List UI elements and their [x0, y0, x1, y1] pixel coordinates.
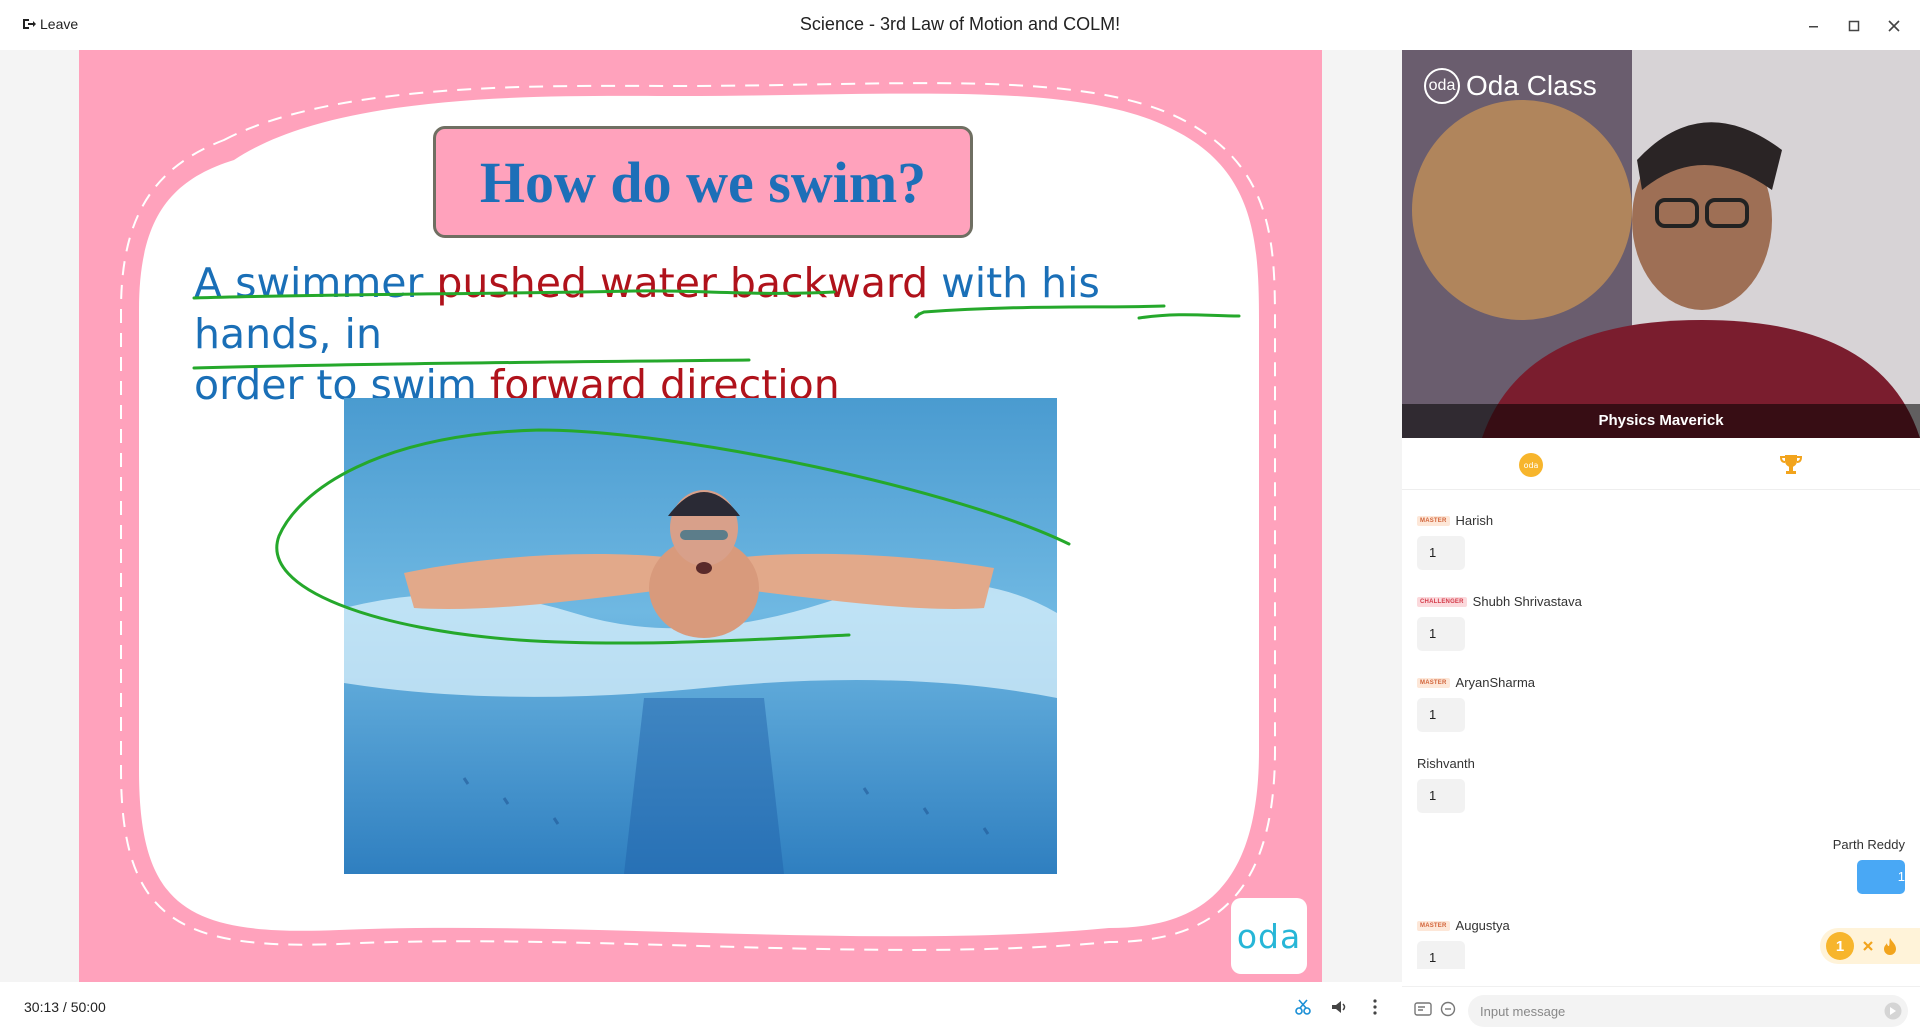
minimize-button[interactable] [1802, 14, 1826, 38]
presentation-stage: How do we swim? A swimmer pushed water b… [0, 50, 1402, 982]
flame-icon [1884, 938, 1896, 955]
minimize-icon [1809, 26, 1818, 28]
more-vertical-icon [1373, 999, 1377, 1015]
right-panel: oda Oda Class Physics Maverick oda MASTE… [1402, 50, 1920, 1032]
chat-message: MASTER AryanSharma 1 [1417, 675, 1535, 732]
teacher-video: oda Oda Class Physics Maverick [1402, 50, 1920, 438]
send-button[interactable] [1884, 1002, 1902, 1025]
title-bar: Leave Science - 3rd Law of Motion and CO… [0, 0, 1920, 50]
svg-text:oda: oda [1524, 461, 1539, 470]
chat-list: MASTER Harish 1 CHALLENGER Shubh Shrivasta… [1402, 491, 1920, 969]
close-icon [1888, 20, 1900, 32]
quiz-button[interactable] [1414, 1001, 1432, 1022]
sender-name: AryanSharma [1455, 675, 1536, 690]
message-input[interactable] [1468, 995, 1908, 1027]
oda-class-logo: oda Oda Class [1424, 68, 1597, 104]
trophy-icon [1779, 455, 1803, 474]
message-bubble: 1 [1417, 779, 1465, 813]
message-input-bar [1402, 986, 1920, 1032]
message-bubble: 1 [1857, 860, 1905, 894]
body-segment: pushed water backward [436, 259, 942, 307]
control-bar: 30:13 / 50:00 [0, 982, 1402, 1032]
sender-name: Harish [1455, 513, 1494, 528]
brand-name: Oda Class [1466, 70, 1597, 101]
maximize-icon [1848, 20, 1860, 32]
send-icon [1884, 1002, 1902, 1020]
slide-title-box: How do we swim? [433, 126, 973, 238]
more-options-button[interactable] [1364, 996, 1386, 1018]
message-bubble: 1 [1417, 617, 1465, 651]
video-frame [1402, 50, 1920, 438]
speaker-icon [1332, 1001, 1346, 1013]
message-bubble: 1 [1417, 698, 1465, 732]
message-bubble: 1 [1417, 536, 1465, 570]
slide-body-text: A swimmer pushed water backward with his… [194, 258, 1214, 411]
window-title: Science - 3rd Law of Motion and COLM! [799, 14, 1121, 34]
swimmer-photo [344, 398, 1057, 874]
oda-mark-icon: oda [1424, 68, 1460, 104]
maximize-button[interactable] [1842, 14, 1866, 38]
rank-badge: MASTER [1417, 920, 1450, 931]
chat-bubble-icon [1440, 1001, 1456, 1017]
chat-message: MASTER Augustya 1 [1417, 918, 1510, 969]
chat-message-own: Parth Reddy 1 [1833, 837, 1905, 894]
message-bubble: 1 [1417, 941, 1465, 969]
close-button[interactable] [1882, 14, 1906, 38]
oda-coin-icon: oda [1519, 453, 1543, 477]
slide: How do we swim? A swimmer pushed water b… [79, 50, 1322, 982]
body-segment: A [194, 259, 236, 307]
tab-chat[interactable]: oda [1518, 452, 1544, 478]
card-icon [1414, 1002, 1432, 1016]
volume-button[interactable] [1328, 996, 1350, 1018]
multiply-icon [1863, 941, 1873, 951]
oda-logo: oda [1231, 898, 1307, 974]
emoji-button[interactable] [1440, 1001, 1456, 1022]
scissors-icon [1295, 999, 1311, 1015]
panel-tabs: oda [1402, 438, 1920, 490]
sender-name: Augustya [1455, 918, 1510, 933]
reaction-count: 1 [1826, 932, 1854, 960]
body-segment: swimmer [235, 259, 437, 307]
sender-name: Shubh Shrivastava [1472, 594, 1582, 609]
class-timer: 30:13 / 50:00 [24, 999, 106, 1015]
rank-badge: MASTER [1417, 677, 1450, 688]
rank-badge: CHALLENGER [1417, 596, 1467, 607]
sender-name: Parth Reddy [1832, 837, 1905, 852]
chat-message: MASTER Harish 1 [1417, 513, 1493, 570]
tab-leaderboard[interactable] [1778, 452, 1804, 478]
chat-message: CHALLENGER Shubh Shrivastava 1 [1417, 594, 1582, 651]
rank-badge: MASTER [1417, 515, 1450, 526]
scissors-button[interactable] [1292, 996, 1314, 1018]
chat-message: Rishvanth 1 [1417, 756, 1475, 813]
presenter-name: Physics Maverick [1402, 404, 1920, 438]
slide-title: How do we swim? [479, 149, 927, 215]
reaction-combo[interactable]: 1 [1820, 928, 1920, 964]
sender-name: Rishvanth [1417, 756, 1475, 771]
